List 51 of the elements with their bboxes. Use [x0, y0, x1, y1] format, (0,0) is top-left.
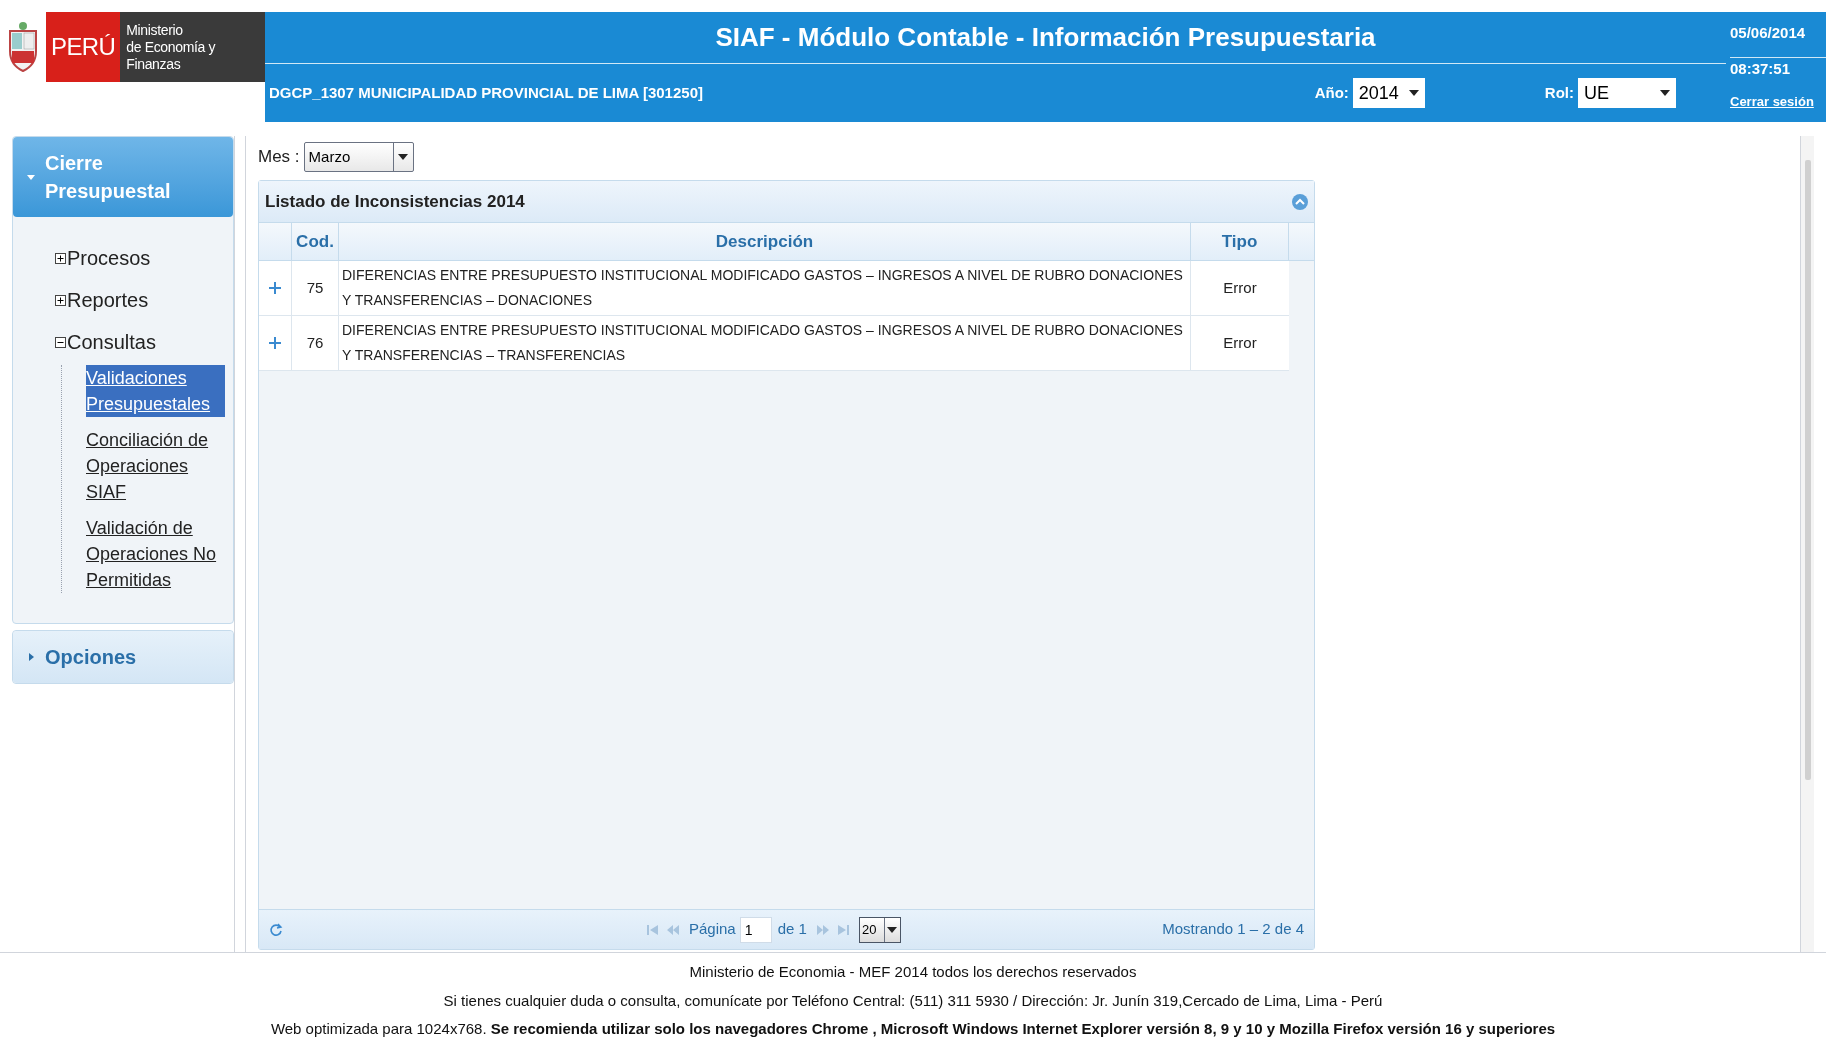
accordion-header[interactable]: Opciones: [13, 631, 233, 683]
footer-text: Web optimizada para 1024x768. Se recomienda utilizar solo los navegadores Chrome , Microsoft Windows Internet Explorer versión 8, 9 y 10 y Mozilla Firefox versión 16 y superiores: [270, 1019, 1556, 1040]
minus-box-icon[interactable]: [55, 336, 66, 348]
footer-text: Ministerio de Economia - MEF 2014 todos los derechos reservados: [689, 962, 1137, 983]
role-select[interactable]: UE: [1578, 78, 1676, 108]
table-cell: DIFERENCIAS ENTRE PRESUPUESTO INSTITUCIONAL MODIFICADO GASTOS – INGRESOS A NIVEL DE RUBRO DONACIONES Y TRANSFERENCIAS – TRANSFERENCIAS: [339, 316, 1191, 370]
column-header[interactable]: Tipo: [1191, 223, 1289, 260]
plus-box-icon[interactable]: [55, 294, 66, 306]
table-cell: 75: [292, 261, 339, 315]
plus-box-icon[interactable]: [55, 252, 66, 264]
coat-of-arms-icon: [6, 21, 40, 73]
vertical-scrollbar[interactable]: [1800, 136, 1814, 952]
page-size-select[interactable]: 20: [858, 916, 901, 943]
logout-link[interactable]: Cerrar sesión: [1730, 92, 1814, 112]
caret-icon: [1660, 90, 1670, 96]
year-select[interactable]: 2014: [1352, 78, 1425, 108]
ministry-name: de Economía y Finanzas: [126, 38, 217, 73]
table-cell: DIFERENCIAS ENTRE PRESUPUESTO INSTITUCIONAL MODIFICADO GASTOS – INGRESOS A NIVEL DE RUBRO DONACIONES Y TRANSFERENCIAS – DONACIONES: [339, 261, 1191, 315]
tree-item[interactable]: Consultas: [67, 327, 156, 357]
refresh-icon[interactable]: [269, 922, 283, 937]
column-header[interactable]: Cod.: [292, 223, 339, 260]
tree-link[interactable]: Validación de Operaciones No Permitidas: [86, 515, 225, 593]
date-label: 05/06/2014: [1730, 23, 1806, 44]
expand-row-icon[interactable]: [269, 337, 281, 349]
tree-item[interactable]: Reportes: [67, 285, 149, 315]
page-count-label: de 1: [777, 919, 807, 940]
month-select[interactable]: Marzo: [303, 142, 414, 172]
collapse-icon[interactable]: [1292, 193, 1308, 210]
role-label: Rol:: [1544, 82, 1574, 103]
caret-icon: [1408, 90, 1419, 96]
year-label: Año:: [1314, 82, 1349, 103]
caret-icon: [398, 154, 409, 160]
tree-item[interactable]: Procesos: [67, 243, 151, 273]
footer-text: Si tienes cualquier duda o consulta, comunícate por Teléfono Central: (511) 311 5930 / Dirección: Jr. Junín 319,Cercado de Lima, Lima - Perú: [443, 990, 1383, 1011]
table-cell-text: Error: [1222, 277, 1258, 298]
ministry-name: Ministerio: [126, 21, 184, 39]
tree-link[interactable]: Conciliación de Operaciones SIAF: [86, 427, 225, 505]
table-cell: 76: [292, 316, 339, 370]
tree-link[interactable]: Validaciones Presupuestales: [86, 365, 225, 417]
expand-row-icon[interactable]: [269, 282, 281, 294]
caret-icon: [887, 926, 898, 933]
page-input[interactable]: 1: [739, 916, 772, 943]
time-label: 08:37:51: [1730, 56, 1826, 81]
table-cell-text: Error: [1222, 332, 1258, 353]
record-summary: Mostrando 1 – 2 de 4: [1162, 919, 1304, 940]
entity-name: DGCP_1307 MUNICIPALIDAD PROVINCIAL DE LIMA [301250]: [269, 82, 703, 103]
month-label: Mes :: [258, 146, 300, 169]
column-header[interactable]: Descripción: [339, 223, 1191, 260]
page-label: Página: [689, 919, 736, 940]
country-label: PERÚ: [46, 12, 121, 82]
grid-title: Listado de Inconsistencias 2014: [265, 190, 525, 213]
